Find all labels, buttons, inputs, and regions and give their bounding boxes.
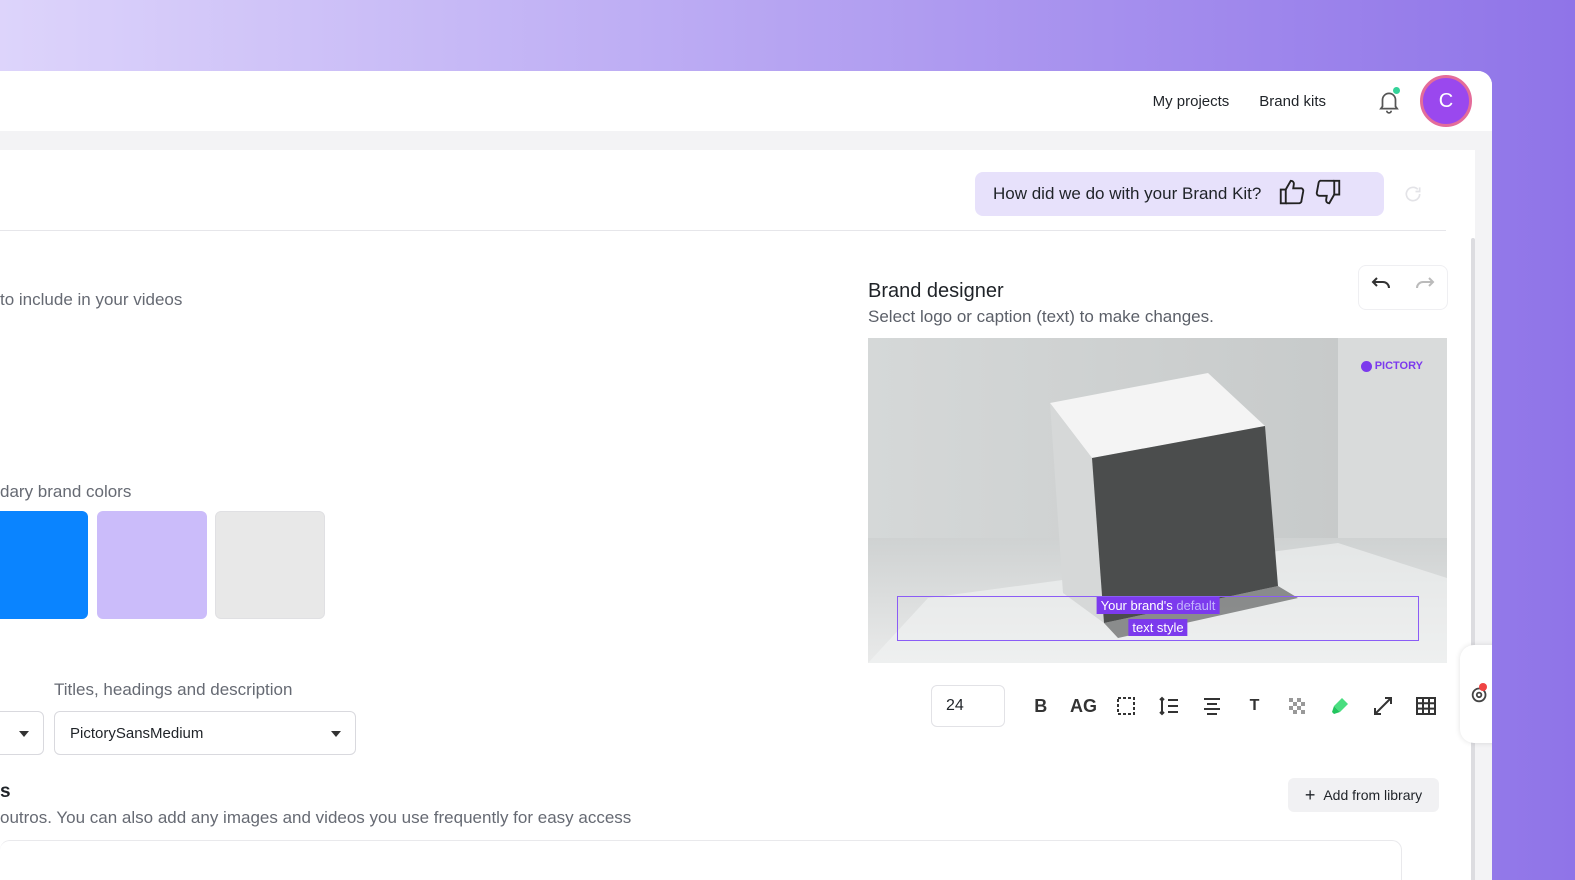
pictory-logo[interactable]: PICTORY (1360, 360, 1423, 372)
checkerboard-icon (1289, 698, 1306, 714)
caption-text-box[interactable]: Your brand's default text style (897, 596, 1419, 641)
grid-button[interactable] (1404, 684, 1447, 728)
line-spacing-icon (1159, 696, 1178, 716)
brand-designer-title: Brand designer (868, 280, 1004, 302)
text-style-toolbar: 24 B AG T (868, 678, 1447, 734)
grid-icon (1415, 697, 1436, 715)
expand-arrows-icon (1373, 697, 1392, 715)
app-window: My projects Brand kits C How did we do w… (0, 71, 1492, 880)
titles-font-label: Titles, headings and description (54, 680, 293, 699)
brand-colors-label: dary brand colors (0, 482, 132, 501)
brand-color-swatch-blue[interactable] (0, 511, 88, 619)
assets-description: outros. You can also add any images and … (0, 808, 632, 827)
text-type-button[interactable]: T (1233, 684, 1276, 728)
chevron-down-icon (19, 731, 29, 737)
brand-designer-subtitle: Select logo or caption (text) to make ch… (868, 307, 1214, 326)
align-center-button[interactable] (1190, 684, 1233, 728)
caption-line-1-text: Your brand's (1100, 598, 1173, 613)
add-from-library-button[interactable]: + Add from library (1288, 778, 1439, 812)
text-case-button[interactable]: AG (1062, 684, 1105, 728)
pictory-logo-text: PICTORY (1374, 360, 1423, 372)
text-type-icon: T (1249, 697, 1260, 714)
caption-highlight-word: default (1176, 598, 1216, 613)
notification-dot (1393, 87, 1400, 94)
user-avatar[interactable]: C (1420, 75, 1472, 127)
pictory-logo-icon (1360, 360, 1372, 372)
primary-font-select[interactable] (0, 711, 44, 755)
highlighter-icon (1332, 698, 1349, 714)
line-spacing-button[interactable] (1148, 684, 1191, 728)
bold-button[interactable]: B (1019, 684, 1062, 728)
brand-kit-panel: How did we do with your Brand Kit? to in… (0, 150, 1475, 880)
thumbs-down-icon[interactable] (1313, 177, 1343, 212)
brand-color-swatch-lavender[interactable] (97, 511, 207, 619)
thumbs-up-icon[interactable] (1277, 177, 1307, 212)
logo-section-subtitle: to include in your videos (0, 290, 183, 309)
side-widget-tab[interactable] (1460, 645, 1492, 743)
brand-color-swatch-gray[interactable] (215, 511, 325, 619)
redo-icon[interactable] (1413, 273, 1437, 302)
text-case-icon: AG (1069, 695, 1097, 716)
header-divider (0, 230, 1446, 231)
notification-bell-icon[interactable] (1376, 87, 1402, 114)
align-center-icon (1203, 698, 1220, 715)
chevron-down-icon (331, 731, 341, 737)
scrollbar[interactable] (1471, 238, 1475, 880)
resize-button[interactable] (1361, 684, 1404, 728)
assets-dropzone[interactable] (0, 840, 1402, 880)
undo-redo-group (1358, 265, 1448, 310)
refresh-icon[interactable] (1403, 184, 1423, 204)
bold-icon: B (1034, 695, 1048, 716)
feedback-bar: How did we do with your Brand Kit? (975, 172, 1384, 216)
caption-line-1: Your brand's default (1096, 597, 1220, 614)
text-border-button[interactable] (1105, 684, 1148, 728)
nav-brand-kits[interactable]: Brand kits (1259, 93, 1326, 110)
assets-heading: s (0, 781, 11, 802)
dashed-border-icon (1117, 697, 1136, 715)
highlight-color-button[interactable] (1319, 684, 1362, 728)
caption-line-2: text style (1128, 619, 1188, 636)
titles-font-select[interactable]: PictorySansMedium (54, 711, 356, 755)
font-size-input[interactable]: 24 (931, 685, 1006, 727)
nav-my-projects[interactable]: My projects (1153, 93, 1230, 110)
top-navigation: My projects Brand kits C (0, 71, 1492, 131)
preview-canvas[interactable]: PICTORY Your brand's default text style (868, 338, 1447, 663)
add-from-library-label: Add from library (1323, 787, 1423, 803)
undo-icon[interactable] (1369, 273, 1393, 302)
transparency-button[interactable] (1276, 684, 1319, 728)
widget-alert-dot (1479, 683, 1487, 691)
titles-font-value: PictorySansMedium (70, 724, 204, 742)
feedback-prompt: How did we do with your Brand Kit? (993, 184, 1262, 203)
plus-icon: + (1304, 785, 1316, 805)
